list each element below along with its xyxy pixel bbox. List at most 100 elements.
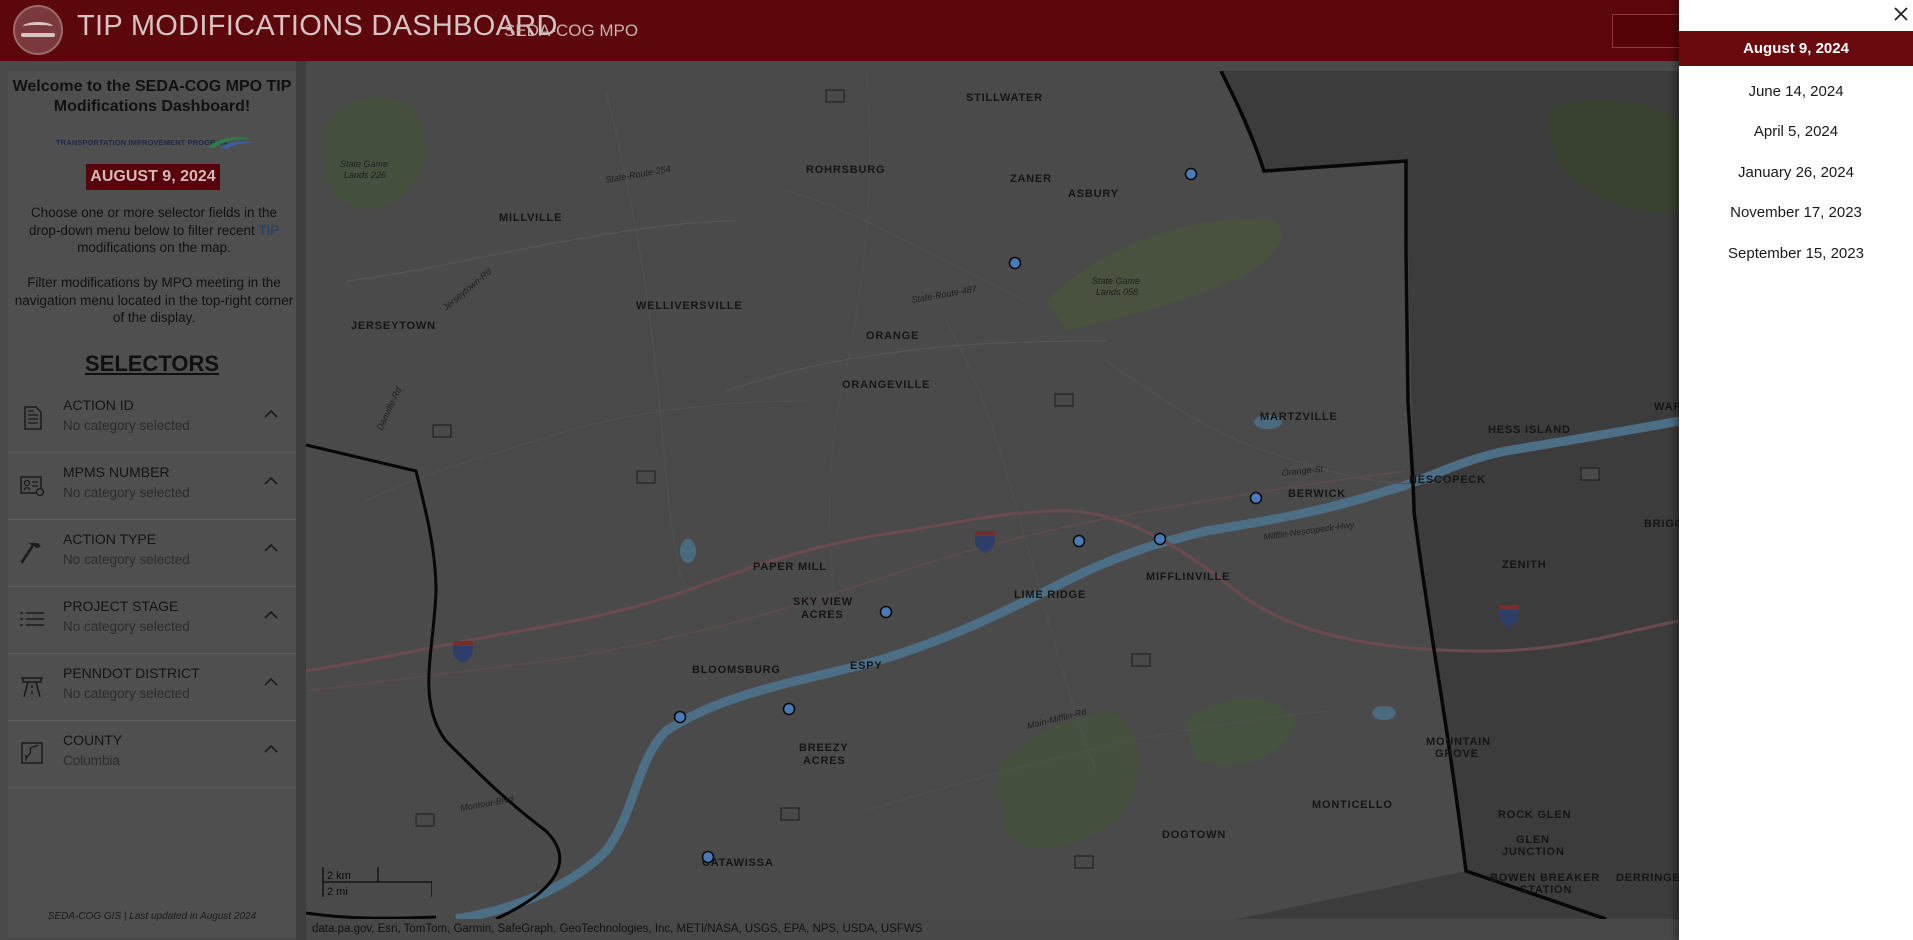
map-place-label: ROCK GLEN xyxy=(1498,809,1571,821)
project-marker xyxy=(879,605,893,619)
selector-label: ACTION ID xyxy=(63,397,134,413)
selector-label: MPMS NUMBER xyxy=(63,464,170,480)
id-card-icon xyxy=(18,471,46,499)
selector-value: No category selected xyxy=(63,552,190,567)
road xyxy=(306,470,1407,692)
project-marker xyxy=(673,710,687,724)
sidebar-panel: Welcome to the SEDA-COG MPO TIP Modifica… xyxy=(8,71,296,937)
selector-value: No category selected xyxy=(63,686,190,701)
map-place-label: ZENITH xyxy=(1502,559,1547,571)
map-minor-label: Lands 058 xyxy=(1096,287,1138,297)
map-place-label: ZANER xyxy=(1010,173,1052,185)
document-icon xyxy=(18,404,46,432)
road-icon xyxy=(18,672,46,700)
map-place-label: PAPER MILL xyxy=(753,561,827,573)
project-marker xyxy=(1249,491,1263,505)
tip-logo-swoosh-icon xyxy=(206,135,254,149)
chevron-up-icon[interactable] xyxy=(262,742,280,756)
map-minor-label: Jerseytown-Rd xyxy=(440,266,494,314)
map-minor-label: State Game xyxy=(340,159,388,169)
selector-label: PROJECT STAGE xyxy=(63,598,179,614)
map-place-label: LIME RIDGE xyxy=(1014,589,1086,601)
tip-link[interactable]: TIP xyxy=(258,223,279,238)
intro-text-b: modifications on the map. xyxy=(77,240,231,255)
intro-text-2: Filter modifications by MPO meeting in t… xyxy=(14,275,294,325)
selector-value: No category selected xyxy=(63,619,190,634)
app-title: TIP MODIFICATIONS DASHBOARD xyxy=(77,10,558,42)
selector-label: ACTION TYPE xyxy=(63,531,157,547)
selector-penndot-district[interactable]: PENNDOT DISTRICT No category selected xyxy=(8,654,296,721)
selector-mpms-number[interactable]: MPMS NUMBER No category selected xyxy=(8,453,296,520)
chevron-up-icon[interactable] xyxy=(262,608,280,622)
selector-value: No category selected xyxy=(63,485,190,500)
nav-item-meeting[interactable]: November 17, 2023 xyxy=(1679,195,1913,230)
county-boundary xyxy=(306,443,562,919)
selector-value: No category selected xyxy=(63,418,190,433)
county-map-icon xyxy=(18,739,46,767)
map-minor-label: Montour-Blvd xyxy=(460,794,515,813)
map-place-label: GROVE xyxy=(1435,748,1479,760)
project-marker xyxy=(1072,534,1086,548)
selectors-title: SELECTORS xyxy=(84,351,220,376)
project-marker xyxy=(1008,256,1022,270)
map-place-label: DOGTOWN xyxy=(1162,829,1226,841)
map-place-label: MIFFLINVILLE xyxy=(1146,571,1230,583)
map-place-label: WAP xyxy=(1654,401,1679,413)
map-place-label: MARTZVILLE xyxy=(1260,411,1338,423)
map-minor-label: Orange-St xyxy=(1281,464,1324,478)
map-place-label: BERWICK xyxy=(1288,488,1346,500)
nav-item-meeting[interactable]: June 14, 2024 xyxy=(1679,74,1913,109)
nav-item-meeting[interactable]: January 26, 2024 xyxy=(1679,155,1913,190)
seda-cog-logo xyxy=(13,5,63,55)
map-place-label: BLOOMSBURG xyxy=(692,664,781,676)
nav-item-meeting[interactable]: September 15, 2023 xyxy=(1679,236,1913,271)
map-place-label: HESS ISLAND xyxy=(1488,424,1571,436)
nav-item-meeting[interactable]: April 5, 2024 xyxy=(1679,114,1913,149)
map-place-label: NESCOPECK xyxy=(1409,474,1486,486)
scale-mi-label: 2 mi xyxy=(327,886,348,898)
map-place-label: STILLWATER xyxy=(966,92,1043,104)
map-minor-label: State-Route-487 xyxy=(911,283,979,304)
selector-action-type[interactable]: ACTION TYPE No category selected xyxy=(8,520,296,587)
chevron-up-icon[interactable] xyxy=(262,541,280,555)
interstate-shield xyxy=(975,531,995,553)
map-view[interactable]: STILLWATER ROHRSBURG ZANER ASBURY MILLVI… xyxy=(306,71,1679,919)
map-place-label: MILLVILLE xyxy=(499,212,562,224)
map-scalebar: 2 km 2 mi xyxy=(322,867,432,903)
app-subtitle: SEDA-COG MPO xyxy=(504,21,639,40)
map-place-label: ORANGEVILLE xyxy=(842,379,930,391)
map-minor-label: State-Route-254 xyxy=(605,164,672,185)
map-place-label: STATION xyxy=(1520,884,1572,896)
selector-project-stage[interactable]: PROJECT STAGE No category selected xyxy=(8,587,296,654)
panel-splitter[interactable] xyxy=(296,61,306,940)
intro-text-a: Choose one or more selector fields in th… xyxy=(28,205,278,238)
chevron-up-icon[interactable] xyxy=(262,407,280,421)
map-place-label: ROHRSBURG xyxy=(806,164,885,176)
project-marker xyxy=(782,702,796,716)
project-marker xyxy=(701,850,715,864)
map-place-label: JERSEYTOWN xyxy=(351,320,436,332)
close-icon[interactable] xyxy=(1890,3,1912,25)
selector-action-id[interactable]: ACTION ID No category selected xyxy=(8,386,296,453)
map-place-label: DERRINGE xyxy=(1616,872,1679,884)
intro-text: Choose one or more selector fields in th… xyxy=(14,204,294,257)
selector-county[interactable]: COUNTY Columbia xyxy=(8,721,296,788)
map-attribution: data.pa.gov, Esri, TomTom, Garmin, SafeG… xyxy=(306,919,1679,940)
project-marker xyxy=(1184,167,1198,181)
chevron-up-icon[interactable] xyxy=(262,675,280,689)
selector-label: COUNTY xyxy=(63,732,123,748)
map-place-label: ACRES xyxy=(803,755,846,767)
park-area xyxy=(1186,698,1296,765)
selector-label: PENNDOT DISTRICT xyxy=(63,665,200,681)
list-icon xyxy=(18,605,46,633)
last-updated-note: SEDA-COG GIS | Last updated in August 20… xyxy=(47,911,257,922)
map-place-label: SKY VIEW xyxy=(793,596,853,608)
map-place-label: MONTICELLO xyxy=(1312,799,1393,811)
interstate-shield xyxy=(453,641,473,663)
header-menu-button[interactable] xyxy=(1612,14,1679,48)
chevron-up-icon[interactable] xyxy=(262,474,280,488)
basemap: STILLWATER ROHRSBURG ZANER ASBURY MILLVI… xyxy=(306,71,1679,919)
nav-item-meeting[interactable]: August 9, 2024 xyxy=(1679,31,1913,66)
map-place-label: ACRES xyxy=(801,609,844,621)
map-place-label: GLEN xyxy=(1516,834,1550,846)
